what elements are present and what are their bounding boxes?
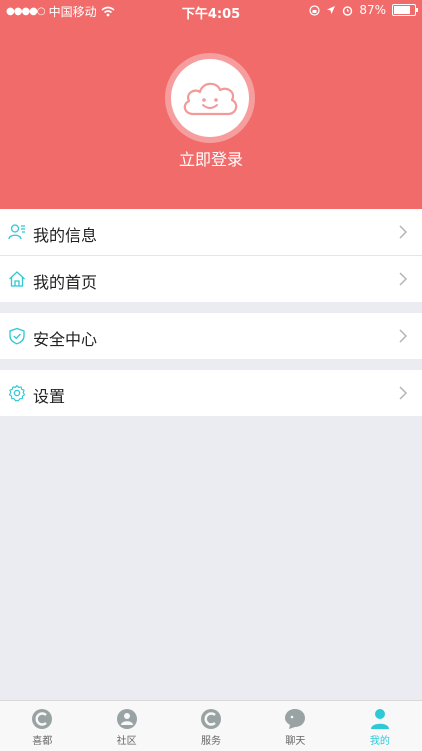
- menu-group-settings: 设置: [0, 370, 422, 416]
- user-info-icon: [8, 224, 25, 240]
- battery-percent: 87%: [359, 3, 386, 17]
- menu-item-settings[interactable]: 设置: [0, 370, 422, 416]
- menu-group-profile: 我的信息 我的首页: [0, 209, 422, 302]
- tab-community[interactable]: 社区: [84, 701, 168, 751]
- tab-chat[interactable]: 聊天: [253, 701, 337, 751]
- shield-check-icon: [9, 327, 25, 345]
- service-icon: [201, 709, 222, 729]
- alarm-icon: [343, 5, 353, 16]
- status-bar: ●●●●○ 中国移动 下午4:05 87%: [0, 0, 422, 22]
- xidu-icon: [32, 709, 53, 729]
- gear-icon: [8, 384, 26, 402]
- tab-bar: 喜都 社区 服务 聊天 我的: [0, 700, 422, 751]
- chevron-right-icon: [399, 386, 408, 400]
- menu-label-settings: 设置: [33, 387, 66, 406]
- menu-item-my-info[interactable]: 我的信息: [0, 209, 422, 255]
- tab-label-xidu: 喜都: [32, 736, 53, 747]
- avatar[interactable]: [171, 59, 249, 137]
- tab-label-community: 社区: [116, 736, 137, 747]
- chevron-right-icon: [399, 272, 408, 286]
- location-arrow-icon: [327, 6, 336, 14]
- tab-xidu[interactable]: 喜都: [0, 701, 84, 751]
- login-button[interactable]: 立即登录: [0, 146, 422, 170]
- lock-rotation-icon: [309, 4, 320, 16]
- profile-icon: [370, 709, 389, 729]
- menu-label-my-homepage: 我的首页: [33, 273, 98, 292]
- community-icon: [116, 709, 137, 729]
- profile-header: ●●●●○ 中国移动 下午4:05 87% 立即登录: [0, 0, 422, 209]
- tab-label-chat: 聊天: [285, 736, 306, 747]
- battery-icon: [392, 4, 418, 16]
- tab-label-profile: 我的: [369, 736, 390, 747]
- menu-group-security: 安全中心: [0, 313, 422, 359]
- tab-label-service: 服务: [201, 736, 222, 747]
- menu-label-security-center: 安全中心: [33, 330, 98, 349]
- menu-label-my-info: 我的信息: [33, 226, 98, 245]
- chevron-right-icon: [399, 329, 408, 343]
- home-icon: [9, 271, 25, 287]
- chat-icon: [285, 709, 306, 729]
- tab-service[interactable]: 服务: [169, 701, 253, 751]
- chevron-right-icon: [399, 225, 408, 239]
- tab-profile[interactable]: 我的: [338, 701, 422, 751]
- smiling-cloud-icon: [183, 82, 238, 116]
- menu-item-security-center[interactable]: 安全中心: [0, 313, 422, 359]
- menu-item-my-homepage[interactable]: 我的首页: [0, 255, 422, 302]
